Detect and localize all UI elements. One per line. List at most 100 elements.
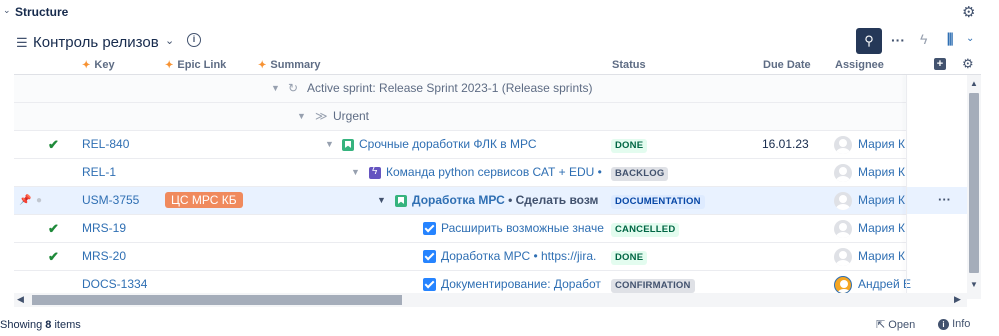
assignee-cell[interactable]: Мария К (834, 131, 905, 158)
external-link-icon: ⇱ (876, 319, 886, 331)
scroll-left-icon[interactable]: ◀ (17, 294, 24, 305)
resolved-check-icon: ✔ (48, 137, 59, 152)
group-label: Urgent (333, 109, 370, 123)
task-checkbox-icon (423, 222, 436, 236)
status-cell[interactable]: CANCELLED (611, 215, 680, 242)
issue-summary[interactable]: Доработка МРС • Сделать возм (395, 187, 610, 214)
row-more-icon[interactable]: ··· (938, 192, 951, 207)
epic-link-cell[interactable]: ЦС МРС КБ (165, 187, 243, 214)
table-row[interactable]: ✔ MRS-19 Расширить возможные значе CANCE… (14, 215, 906, 243)
avatar (834, 135, 852, 154)
pin-icon[interactable]: 📌 (19, 187, 31, 214)
table-row[interactable]: REL-1 ▼ Команда python сервисов САТ + ED… (14, 159, 906, 187)
status-dot-icon: ● (36, 195, 43, 206)
priority-icon: ≫ (315, 109, 328, 123)
issue-key[interactable]: MRS-19 (82, 215, 126, 242)
issue-summary[interactable]: Расширить возможные значе (423, 215, 610, 242)
items-count-number: 8 (45, 319, 52, 331)
issue-summary[interactable]: Доработка МРС • https://jira. (423, 243, 610, 270)
resolved-check-icon: ✔ (48, 249, 59, 264)
story-icon (395, 194, 407, 207)
more-icon[interactable]: ··· (891, 32, 905, 48)
add-column-icon[interactable]: + (934, 58, 946, 70)
horizontal-scroll-thumb[interactable] (32, 295, 402, 305)
table-row[interactable]: ✔ MRS-20 Доработка МРС • https://jira. D… (14, 243, 906, 271)
issue-key[interactable]: USM-3755 (82, 187, 139, 214)
status-badge: DONE (611, 251, 648, 265)
pin-icon: ✦ (258, 60, 267, 71)
pin-icon: ✦ (82, 60, 91, 71)
row-actions-highlight (906, 187, 967, 214)
col-assignee[interactable]: Assignee (835, 59, 884, 71)
resolved-check-icon: ✔ (48, 221, 59, 236)
column-settings-icon[interactable]: ⚙ (962, 56, 974, 72)
structure-list-icon: ☰ (16, 35, 28, 50)
automation-icon[interactable]: ϟ (920, 31, 927, 47)
task-checkbox-icon (423, 250, 436, 264)
horizontal-scrollbar[interactable]: ◀ ▶ (14, 293, 967, 307)
vertical-scroll-thumb[interactable] (969, 93, 979, 273)
epic-icon (369, 166, 381, 179)
issue-summary[interactable]: Срочные доработки ФЛК в МРС (342, 131, 537, 158)
col-status[interactable]: Status (612, 59, 646, 71)
chevron-down-icon[interactable]: ▼ (271, 75, 280, 102)
issue-key[interactable]: REL-840 (82, 131, 129, 158)
status-badge: DOCUMENTATION (611, 195, 705, 209)
pin-button[interactable]: ⚲ (856, 28, 882, 54)
chevron-down-icon[interactable]: ⌄ (165, 34, 174, 47)
assignee-cell[interactable]: Мария К (834, 187, 905, 214)
table-header: ✦ Key ✦ Epic Link ✦ Summary Status Due Date… (14, 56, 981, 75)
vertical-scrollbar[interactable]: ▲ ▼ (967, 75, 981, 299)
col-due-date[interactable]: Due Date (763, 59, 811, 71)
status-cell[interactable]: DOCUMENTATION (611, 187, 705, 214)
info-icon: i (938, 319, 949, 330)
issue-key[interactable]: MRS-20 (82, 243, 126, 270)
info-link[interactable]: i Info (938, 318, 970, 330)
items-count: Showing 8 items (0, 319, 81, 331)
status-badge: DONE (611, 139, 648, 153)
sprint-icon: ↻ (288, 81, 299, 95)
avatar (834, 191, 852, 210)
story-icon (342, 138, 354, 151)
issue-summary[interactable]: Команда python сервисов САТ + EDU • (369, 159, 609, 186)
open-link[interactable]: ⇱ Open (876, 318, 915, 331)
assignee-cell[interactable]: Мария К (834, 215, 905, 242)
assignee-cell[interactable]: Мария К (834, 159, 905, 186)
scroll-down-icon[interactable]: ▼ (970, 280, 978, 289)
avatar (834, 163, 852, 182)
group-row-sprint[interactable]: ▼ ↻ Active sprint: Release Sprint 2023-1… (14, 75, 906, 103)
structure-name[interactable]: Контроль релизов (33, 34, 159, 51)
status-cell[interactable]: DONE (611, 131, 648, 158)
table-row[interactable]: ✔ REL-840 ▼ Срочные доработки ФЛК в МРС … (14, 131, 906, 159)
status-badge: CANCELLED (611, 223, 680, 237)
chevron-down-icon[interactable]: ▼ (297, 103, 306, 130)
col-summary[interactable]: ✦ Summary (258, 59, 321, 71)
status-badge: CONFIRMATION (611, 279, 695, 293)
status-badge: BACKLOG (611, 167, 669, 181)
col-key[interactable]: ✦ Key (82, 59, 115, 71)
columns-icon[interactable]: ⫼ (947, 31, 953, 48)
avatar (834, 275, 852, 294)
scroll-right-icon[interactable]: ▶ (954, 294, 961, 305)
column-divider (906, 75, 907, 299)
due-date: 16.01.23 (762, 137, 809, 151)
columns-chevron-icon[interactable]: ⌄ (966, 33, 974, 44)
group-label: Active sprint: Release Sprint 2023-1 (Re… (307, 81, 593, 95)
panel-title: Structure (15, 5, 69, 19)
table-row[interactable]: 📌 ● USM-3755 ЦС МРС КБ ▼ Доработка МРС •… (14, 187, 906, 215)
chevron-down-icon[interactable]: ▼ (351, 159, 360, 186)
status-cell[interactable]: DONE (611, 243, 648, 270)
info-circle-icon[interactable]: i (187, 33, 201, 47)
assignee-cell[interactable]: Мария К (834, 243, 905, 270)
issue-key[interactable]: REL-1 (82, 159, 116, 186)
scroll-up-icon[interactable]: ▲ (970, 79, 978, 88)
settings-gear-icon[interactable]: ⚙ (962, 3, 975, 21)
panel-collapse-icon[interactable]: ⌄ (3, 5, 11, 16)
group-row-priority[interactable]: ▼ ≫ Urgent (14, 103, 906, 131)
chevron-down-icon[interactable]: ▼ (377, 187, 386, 214)
chevron-down-icon[interactable]: ▼ (325, 131, 334, 158)
epic-badge[interactable]: ЦС МРС КБ (165, 192, 243, 208)
col-epic-link[interactable]: ✦ Epic Link (165, 59, 226, 71)
status-cell[interactable]: BACKLOG (611, 159, 669, 186)
pin-icon: ✦ (165, 60, 174, 71)
